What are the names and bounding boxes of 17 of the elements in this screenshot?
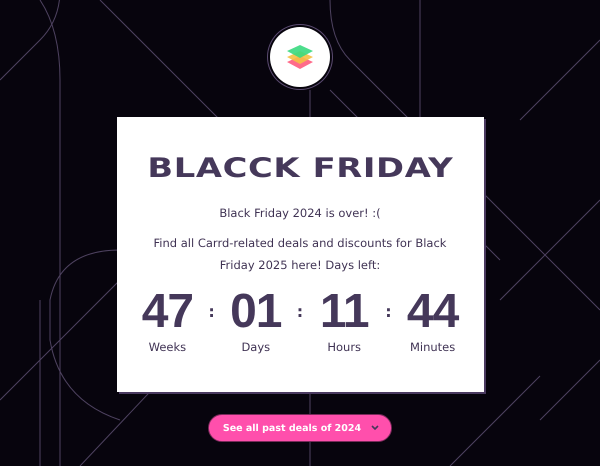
countdown-number: 44	[406, 286, 458, 338]
separator: :	[385, 301, 392, 323]
countdown-unit: Weeks	[148, 340, 186, 354]
separator: :	[296, 301, 304, 323]
countdown-unit: Days	[241, 340, 270, 354]
intro-text: Black Friday 2024 is over! :(	[218, 205, 382, 222]
chevron-down-icon	[371, 425, 380, 431]
page-title: BLACCK FRIDAY	[147, 153, 453, 184]
message-text: Find all Carrd-related deals and discounts for Black Friday 2025 here! Days left:	[152, 235, 448, 274]
countdown-number: 47	[142, 286, 194, 338]
countdown-unit: Minutes	[410, 340, 456, 354]
countdown-number: 11	[320, 286, 369, 338]
past-deals-button[interactable]: See all past deals of 2024	[208, 414, 392, 442]
layers-icon	[286, 42, 314, 72]
separator: :	[208, 301, 215, 323]
countdown-number: 01	[230, 286, 282, 338]
countdown-unit: Hours	[327, 340, 362, 354]
